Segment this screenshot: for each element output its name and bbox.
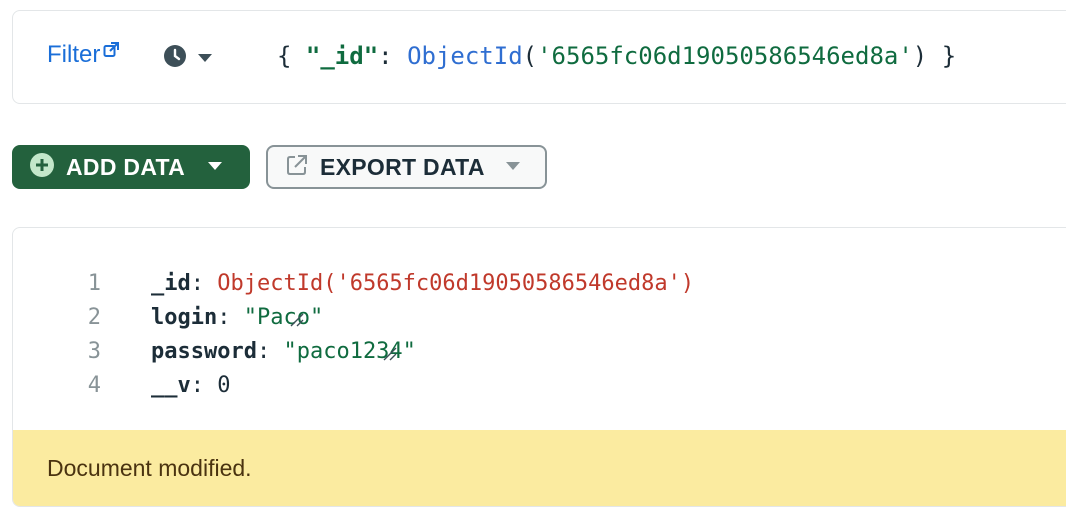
- caret-down-icon: [505, 158, 521, 176]
- resize-handle-icon[interactable]: [382, 340, 400, 362]
- document-modified-banner: Document modified.: [13, 430, 1066, 506]
- resize-handle-icon[interactable]: [289, 306, 307, 328]
- caret-down-icon: [197, 50, 213, 68]
- external-link-icon: [103, 37, 120, 65]
- line-number: 2: [87, 304, 101, 330]
- export-data-label: EXPORT DATA: [320, 153, 485, 180]
- field-value[interactable]: "Paco": [244, 305, 323, 330]
- field-colon: :: [190, 270, 218, 296]
- add-data-button[interactable]: ADD DATA: [12, 145, 250, 189]
- export-data-button[interactable]: EXPORT DATA: [266, 145, 547, 189]
- filter-link[interactable]: Filter: [47, 41, 120, 69]
- field-name[interactable]: login: [151, 305, 217, 330]
- filter-bar: Filter { "_id": ObjectId('6565fc06d19050…: [12, 10, 1066, 104]
- filter-label: Filter: [47, 41, 101, 68]
- document-card: 1 _id: ObjectId('6565fc06d19050586546ed8…: [12, 227, 1066, 507]
- field-name[interactable]: password: [151, 339, 257, 364]
- query-brace-open: {: [277, 42, 306, 70]
- query-key: "_id": [305, 42, 379, 70]
- document-line: 2 login: "Paco": [13, 300, 1066, 334]
- query-history-button[interactable]: [163, 44, 213, 73]
- filter-query-input[interactable]: { "_id": ObjectId('6565fc06d19050586546e…: [277, 42, 956, 70]
- document-line: 4 __v: 0: [13, 368, 1066, 402]
- document-line: 3 password: "paco1234": [13, 334, 1066, 368]
- document-editor[interactable]: 1 _id: ObjectId('6565fc06d19050586546ed8…: [13, 266, 1066, 402]
- line-number: 1: [87, 270, 101, 296]
- query-function: ObjectId: [407, 42, 523, 70]
- export-icon: [286, 154, 308, 181]
- plus-circle-icon: [30, 152, 54, 182]
- field-name[interactable]: _id: [151, 271, 191, 296]
- field-name[interactable]: __v: [151, 373, 191, 398]
- field-colon: :: [256, 338, 284, 364]
- query-paren-open: (: [522, 42, 538, 70]
- document-line: 1 _id: ObjectId('6565fc06d19050586546ed8…: [13, 266, 1066, 300]
- caret-down-icon: [207, 158, 223, 176]
- field-colon: :: [217, 304, 244, 330]
- line-number: 4: [87, 372, 101, 398]
- clock-icon: [163, 44, 187, 73]
- field-colon: :: [190, 372, 218, 398]
- add-data-label: ADD DATA: [66, 153, 186, 180]
- query-value: '6565fc06d19050586546ed8a': [537, 42, 913, 70]
- query-colon: :: [378, 42, 408, 70]
- query-paren-close: ): [912, 42, 928, 70]
- field-value[interactable]: ObjectId('6565fc06d19050586546ed8a'): [217, 271, 694, 296]
- line-number: 3: [87, 338, 101, 364]
- field-value[interactable]: 0: [217, 373, 230, 398]
- query-brace-close: }: [927, 42, 957, 70]
- status-message: Document modified.: [47, 454, 252, 481]
